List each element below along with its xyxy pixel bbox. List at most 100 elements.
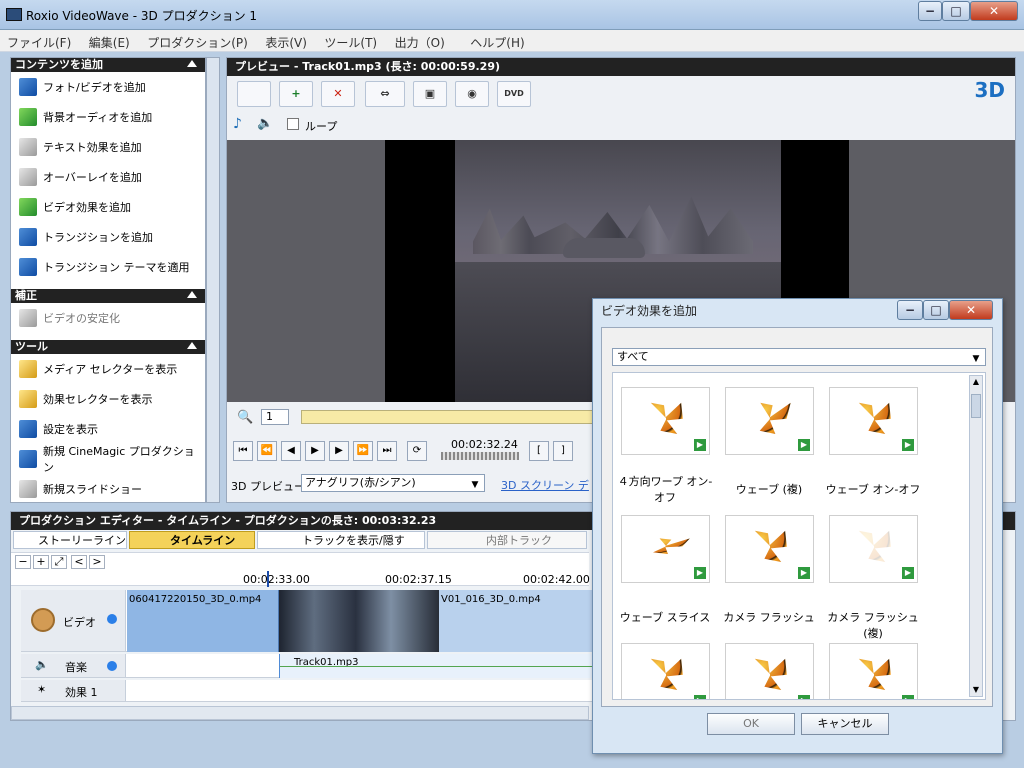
- ok-button[interactable]: OK: [707, 713, 795, 735]
- clip-1[interactable]: 060417220150_3D_0.mp4: [127, 590, 279, 652]
- right-button[interactable]: >: [89, 555, 105, 569]
- minimize-button[interactable]: −: [918, 1, 942, 21]
- close-button[interactable]: ✕: [970, 1, 1018, 21]
- show-effect-selector-item[interactable]: 効果セレクターを表示: [11, 384, 205, 414]
- rewind-fast-button[interactable]: ⏪: [257, 441, 277, 461]
- menu-help[interactable]: ヘルプ(H): [463, 30, 531, 55]
- play-icon[interactable]: ▶: [798, 695, 810, 699]
- zoom-in-button[interactable]: +: [33, 555, 49, 569]
- menu-file[interactable]: ファイル(F): [0, 30, 78, 55]
- effect-thumb-2[interactable]: ▶: [725, 387, 814, 455]
- add-photo-video-item[interactable]: フォト/ビデオを追加: [11, 72, 205, 102]
- menu-tools[interactable]: ツール(T): [317, 30, 384, 55]
- play-icon[interactable]: ▶: [902, 439, 914, 451]
- play-icon[interactable]: ▶: [798, 439, 810, 451]
- menu-view[interactable]: 表示(V): [258, 30, 314, 55]
- track-dot-icon[interactable]: [107, 614, 117, 624]
- effect-thumb-5[interactable]: ▶: [725, 515, 814, 583]
- left-panel-scrollbar[interactable]: [206, 57, 220, 503]
- mark-out-button[interactable]: ]: [553, 441, 573, 461]
- track-dot-icon[interactable]: [107, 661, 117, 671]
- collapse-arrow-icon[interactable]: [187, 60, 197, 67]
- play-icon[interactable]: ▶: [798, 567, 810, 579]
- 3d-screen-link[interactable]: 3D スクリーン デ: [501, 477, 589, 493]
- category-select[interactable]: すべて ▼: [612, 348, 986, 366]
- go-start-button[interactable]: ⏮: [233, 441, 253, 461]
- dialog-scrollbar[interactable]: ▲ ▼: [969, 375, 983, 697]
- delete-button[interactable]: ✕: [321, 81, 355, 107]
- music-note-icon[interactable]: ♪: [233, 116, 242, 132]
- collapse-arrow-icon[interactable]: [187, 342, 197, 349]
- add-audio-item[interactable]: 背景オーディオを追加: [11, 102, 205, 132]
- apply-transition-theme-item[interactable]: トランジション テーマを適用: [11, 252, 205, 282]
- step-forward-button[interactable]: ▶: [329, 441, 349, 461]
- frame-number-field[interactable]: 1: [261, 409, 289, 425]
- cancel-button[interactable]: キャンセル: [801, 713, 889, 735]
- chevron-down-icon[interactable]: ▼: [468, 477, 482, 490]
- play-icon[interactable]: ▶: [694, 567, 706, 579]
- loop-toggle-button[interactable]: ⟳: [407, 441, 427, 461]
- scroll-up-arrow-icon[interactable]: ▲: [971, 377, 981, 387]
- add-transition-item[interactable]: トランジションを追加: [11, 222, 205, 252]
- show-media-selector-item[interactable]: メディア セレクターを表示: [11, 354, 205, 384]
- preview-mode-select[interactable]: アナグリフ(赤/シアン) ▼: [301, 474, 485, 492]
- audio-clip[interactable]: Track01.mp3: [279, 654, 600, 678]
- effect-thumb-4[interactable]: ▶: [621, 515, 710, 583]
- left-button[interactable]: <: [71, 555, 87, 569]
- tab-storyline[interactable]: ストーリーライン: [13, 531, 127, 549]
- effect-thumb-1[interactable]: ▶: [621, 387, 710, 455]
- play-button[interactable]: ▶: [305, 441, 325, 461]
- show-settings-item[interactable]: 設定を表示: [11, 414, 205, 444]
- align-button[interactable]: ⇔: [365, 81, 405, 107]
- maximize-button[interactable]: □: [942, 1, 970, 21]
- effect-thumb-6[interactable]: ▶: [829, 515, 918, 583]
- scroll-down-arrow-icon[interactable]: ▼: [971, 685, 981, 695]
- effect-thumb-7[interactable]: ▶: [621, 643, 710, 699]
- new-slideshow-item[interactable]: 新規スライドショー: [11, 474, 205, 504]
- play-icon[interactable]: ▶: [902, 567, 914, 579]
- go-end-button[interactable]: ⏭: [377, 441, 397, 461]
- clip-thumbnail-strip[interactable]: [279, 590, 439, 652]
- new-cinemagic-item[interactable]: 新規 CineMagic プロダクション: [11, 444, 205, 474]
- add-text-effect-item[interactable]: テキスト効果を追加: [11, 132, 205, 162]
- menu-output[interactable]: 出力（O): [388, 30, 452, 55]
- stabilize-video-item[interactable]: ビデオの安定化: [11, 303, 205, 333]
- tab-timeline[interactable]: タイムライン: [129, 531, 255, 549]
- tab-internal-tracks[interactable]: 内部トラック: [427, 531, 587, 549]
- speaker-icon[interactable]: 🔈: [257, 116, 273, 131]
- timeline-scrollbar[interactable]: [11, 706, 589, 720]
- scroll-thumb[interactable]: [971, 394, 981, 418]
- dvd-button[interactable]: DVD: [497, 81, 531, 107]
- playhead[interactable]: [267, 571, 269, 587]
- effect-thumb-9[interactable]: ▶: [829, 643, 918, 699]
- chevron-down-icon[interactable]: ▼: [969, 351, 983, 364]
- dialog-minimize-button[interactable]: −: [897, 300, 923, 320]
- dialog-close-button[interactable]: ✕: [949, 300, 993, 320]
- effect-thumb-8[interactable]: ▶: [725, 643, 814, 699]
- menu-production[interactable]: プロダクション(P): [140, 30, 255, 55]
- menu-edit[interactable]: 編集(E): [82, 30, 137, 55]
- play-icon[interactable]: ▶: [902, 695, 914, 699]
- play-icon[interactable]: ▶: [694, 695, 706, 699]
- step-back-button[interactable]: ◀: [281, 441, 301, 461]
- fit-button[interactable]: ⤢: [51, 555, 67, 569]
- collapse-arrow-icon[interactable]: [187, 291, 197, 298]
- zoom-out-button[interactable]: −: [15, 555, 31, 569]
- add-button[interactable]: +: [279, 81, 313, 107]
- tab-show-hide-tracks[interactable]: トラックを表示/隠す: [257, 531, 425, 549]
- save-button[interactable]: ▣: [413, 81, 447, 107]
- dialog-maximize-button[interactable]: □: [923, 300, 949, 320]
- loop-checkbox[interactable]: [287, 118, 299, 130]
- play-icon[interactable]: ▶: [694, 439, 706, 451]
- audio-note-icon: [19, 108, 37, 126]
- clip-2[interactable]: V01_016_3D_0.mp4: [439, 590, 599, 652]
- zoom-icon[interactable]: 🔍: [237, 410, 253, 425]
- disabled-tool-button[interactable]: [237, 81, 271, 107]
- fast-forward-button[interactable]: ⏩: [353, 441, 373, 461]
- add-overlay-item[interactable]: オーバーレイを追加: [11, 162, 205, 192]
- effect-thumb-3[interactable]: ▶: [829, 387, 918, 455]
- scrub-bar[interactable]: [301, 410, 593, 424]
- add-video-effect-item[interactable]: ビデオ効果を追加: [11, 192, 205, 222]
- mark-in-button[interactable]: [: [529, 441, 549, 461]
- disc-button[interactable]: ◉: [455, 81, 489, 107]
